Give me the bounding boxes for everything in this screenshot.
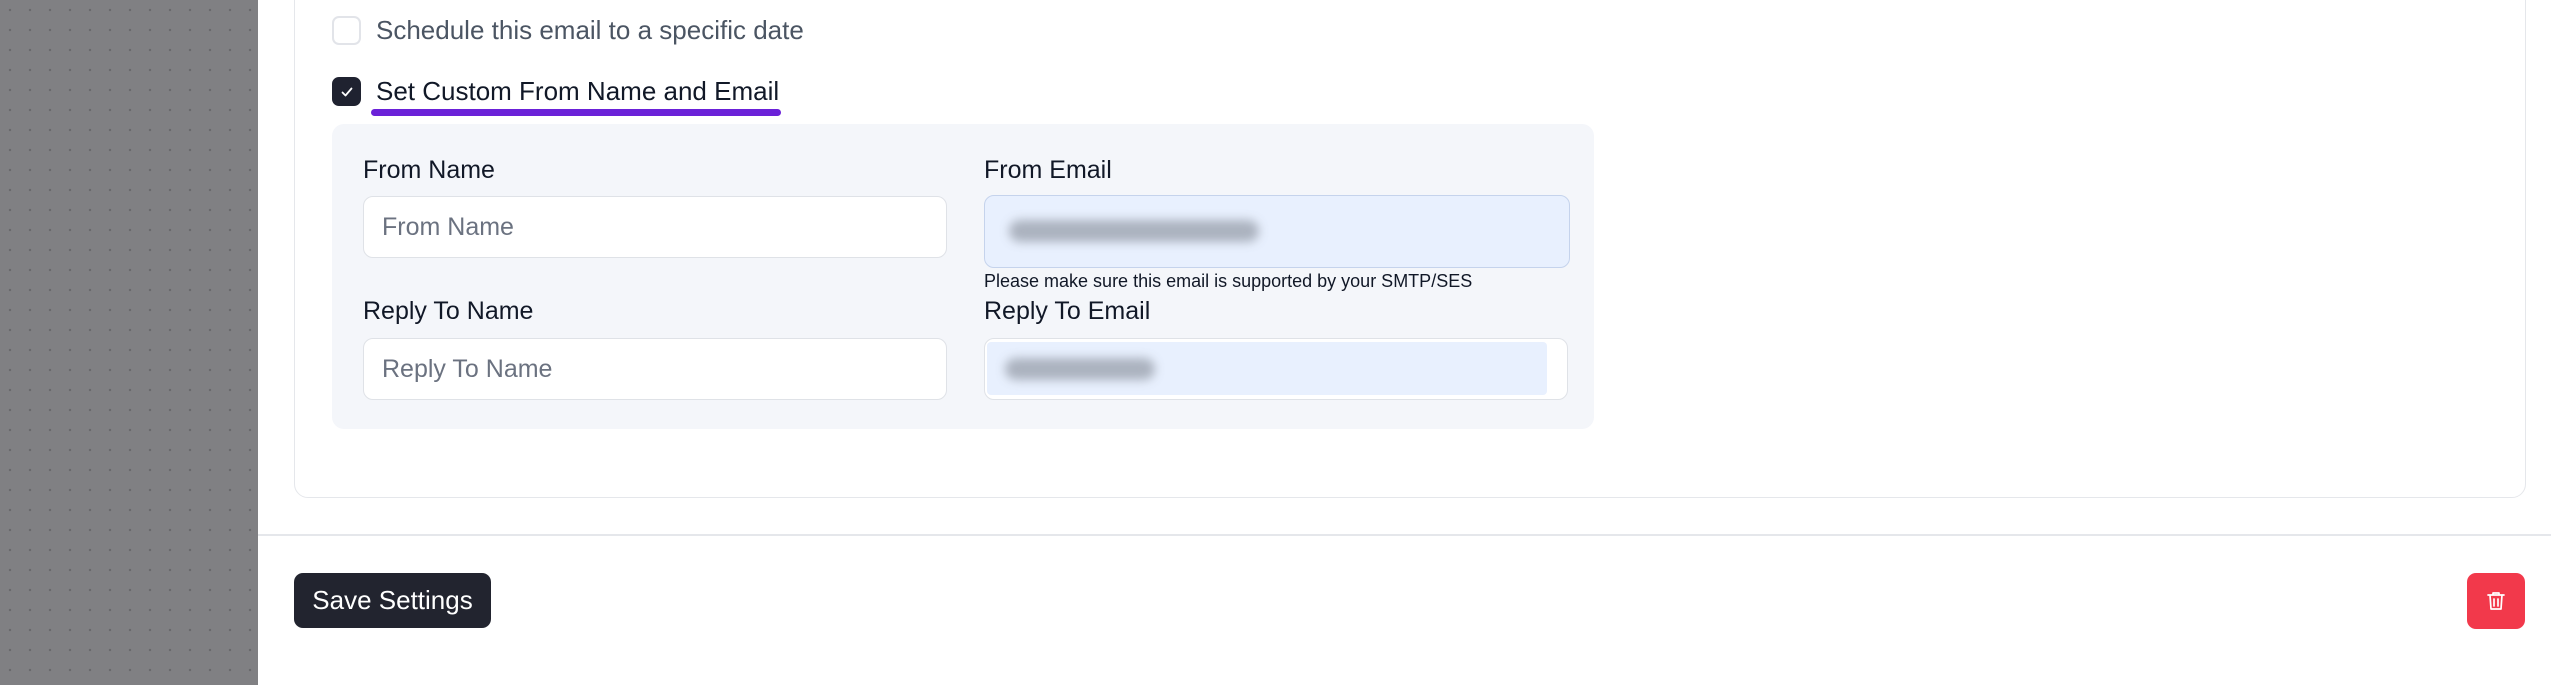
custom-from-label[interactable]: Set Custom From Name and Email: [376, 76, 779, 107]
footer-divider: [258, 534, 2551, 536]
modal-backdrop[interactable]: [0, 0, 258, 685]
checkmark-icon: [341, 87, 352, 96]
delete-button[interactable]: [2467, 573, 2525, 629]
reply-to-name-input[interactable]: [363, 338, 947, 400]
from-email-label: From Email: [984, 156, 1112, 184]
schedule-option[interactable]: Schedule this email to a specific date: [332, 15, 804, 46]
highlight-underline: [371, 109, 781, 116]
custom-from-fields: From Name From Email Please make sure th…: [332, 124, 1594, 429]
reply-to-email-redacted-value: [1005, 358, 1155, 380]
schedule-checkbox[interactable]: [332, 16, 361, 45]
schedule-label[interactable]: Schedule this email to a specific date: [376, 15, 804, 46]
settings-panel: Schedule this email to a specific date S…: [258, 0, 2551, 685]
from-name-input[interactable]: [363, 196, 947, 258]
from-email-input[interactable]: [984, 195, 1570, 268]
save-settings-button[interactable]: Save Settings: [294, 573, 491, 628]
reply-to-email-label: Reply To Email: [984, 297, 1151, 325]
custom-from-option[interactable]: Set Custom From Name and Email: [332, 76, 779, 107]
custom-from-checkbox[interactable]: [332, 77, 361, 106]
reply-to-name-label: Reply To Name: [363, 297, 534, 325]
reply-to-email-input[interactable]: [984, 338, 1568, 400]
trash-icon: [2487, 592, 2505, 610]
from-email-redacted-value: [1009, 220, 1259, 242]
from-name-label: From Name: [363, 156, 495, 184]
from-email-hint: Please make sure this email is supported…: [984, 271, 1473, 291]
